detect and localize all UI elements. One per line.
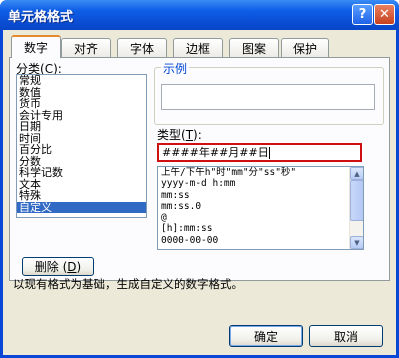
tab-label: 字体 [129,41,154,56]
dialog-body: 数字 对齐 字体 边框 图案 保护 分类(C): 常规 数值 货币 会计专用 日… [3,30,396,355]
list-item[interactable]: 百分比 [17,144,146,156]
list-item[interactable]: 货币 [17,98,146,110]
delete-button-label: 删除 [34,260,59,274]
scroll-down-button[interactable]: ▼ [350,236,363,249]
tab-alignment[interactable]: 对齐 [61,38,111,57]
tab-label: 保护 [292,41,317,56]
help-icon: ? [358,7,367,22]
format-list-scrollbar[interactable]: ▲ ▼ [349,167,363,249]
type-input-value: ####年##月##日 [162,146,269,159]
text-caret [268,147,270,159]
list-item[interactable]: 日期 [17,121,146,133]
list-item[interactable]: 特殊 [17,190,146,202]
category-list[interactable]: 常规 数值 货币 会计专用 日期 时间 百分比 分数 科学记数 文本 特殊 自定… [16,74,147,218]
type-input[interactable]: ####年##月##日 [157,143,362,162]
tab-label: 数字 [23,41,48,55]
type-label: 类型(T): [157,128,202,142]
list-item[interactable]: 0000-00-00 [158,235,363,246]
list-item[interactable]: 常规 [17,75,146,87]
hint-text: 以现有格式为基础，生成自定义的数字格式。 [13,277,243,291]
chevron-down-icon: ▼ [354,238,360,247]
title-bar[interactable]: 单元格格式 ? ✕ [0,0,399,30]
list-item[interactable]: 上午/下午h"时"mm"分"ss"秒" [158,167,363,178]
sample-preview [161,84,375,110]
help-button[interactable]: ? [352,4,373,25]
tab-protection[interactable]: 保护 [281,38,329,57]
dialog-title: 单元格格式 [8,10,74,25]
ok-button-label: 确定 [253,329,278,344]
delete-access-key: D [67,259,77,274]
cancel-button[interactable]: 取消 [309,325,383,347]
list-item[interactable]: [h]:mm:ss [158,223,363,234]
list-item[interactable]: yyyy-m-d h:mm [158,178,363,189]
format-list[interactable]: 上午/下午h"时"mm"分"ss"秒" yyyy-m-d h:mm mm:ss … [157,166,364,250]
delete-button[interactable]: 删除 (D) [22,257,94,276]
chevron-up-icon: ▲ [354,169,360,178]
tab-patterns[interactable]: 图案 [229,38,279,57]
sample-group: 示例 [154,60,384,125]
list-item[interactable]: mm:ss.0 [158,201,363,212]
list-item-selected[interactable]: 自定义 [17,201,146,213]
list-item[interactable]: 科学记数 [17,167,146,179]
tab-border[interactable]: 边框 [173,38,223,57]
tab-label: 边框 [185,41,210,56]
scroll-thumb[interactable] [350,180,363,221]
scroll-up-button[interactable]: ▲ [350,167,363,180]
cancel-button-label: 取消 [333,329,358,344]
tab-label: 对齐 [73,41,98,56]
list-item[interactable]: @ [158,212,363,223]
sample-title: 示例 [161,60,190,77]
list-item[interactable]: mm:ss [158,190,363,201]
format-cells-dialog: 单元格格式 ? ✕ 数字 对齐 字体 边框 图案 保护 分类(C): 常规 数值… [0,0,399,358]
close-icon: ✕ [379,7,390,22]
tab-font[interactable]: 字体 [117,38,167,57]
tab-number[interactable]: 数字 [11,35,61,58]
type-access-key: T [185,128,194,142]
number-tab-panel: 分类(C): 常规 数值 货币 会计专用 日期 时间 百分比 分数 科学记数 文… [9,57,390,281]
ok-button[interactable]: 确定 [229,325,303,347]
type-label-text: 类型 [157,128,182,142]
tab-label: 图案 [241,41,266,56]
close-button[interactable]: ✕ [374,4,395,25]
